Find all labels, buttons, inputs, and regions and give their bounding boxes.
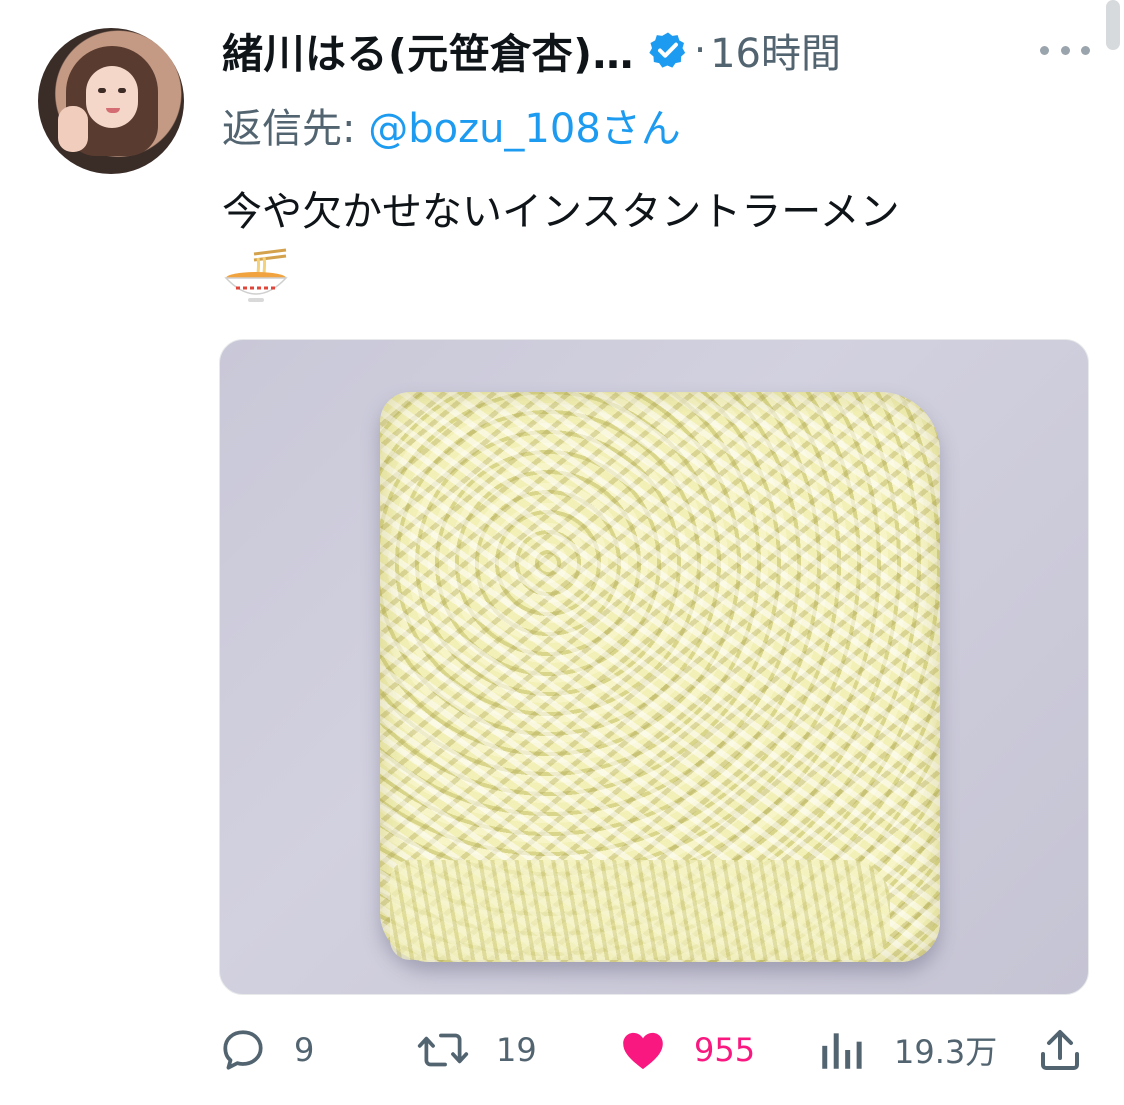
more-dot [1060, 45, 1070, 55]
analytics-bar-icon [822, 1033, 862, 1069]
noodle-block-edge [390, 860, 890, 960]
tweet-time[interactable]: 16時間 [710, 21, 841, 79]
share-button[interactable] [1036, 1020, 1084, 1080]
tweet-text: 今や欠かせないインスタントラーメン [222, 189, 900, 235]
header-separator: · [693, 28, 707, 72]
more-dot [1081, 45, 1090, 55]
tweet-header: 緒川はる(元笹倉杏)… · 16時間 [222, 20, 841, 80]
retweet-button[interactable]: 19 [416, 1020, 537, 1080]
author-name[interactable]: 緒川はる(元笹倉杏)… [222, 20, 634, 80]
view-count: 19.3万 [894, 1033, 998, 1071]
avatar-face [86, 66, 138, 128]
reply-icon [223, 1030, 263, 1070]
action-bar: 9 19 955 19.3万 [218, 1020, 1088, 1080]
scrollbar[interactable] [1106, 0, 1120, 50]
like-count: 955 [694, 1031, 756, 1069]
retweet-icon [417, 1033, 469, 1067]
reply-handle-link[interactable]: @bozu_108さん [368, 106, 681, 152]
avatar-eye [118, 88, 126, 93]
more-options-icon[interactable] [1040, 30, 1090, 70]
more-dot [1040, 45, 1049, 55]
ramen-emoji-icon [224, 248, 288, 302]
views-button[interactable]: 19.3万 [818, 1020, 997, 1080]
heart-icon [623, 1032, 663, 1070]
share-icon [1041, 1030, 1079, 1070]
avatar[interactable] [38, 28, 184, 174]
tweet-image[interactable] [219, 339, 1089, 995]
like-button[interactable]: 955 [618, 1020, 755, 1080]
verified-badge-icon [649, 32, 686, 68]
reply-button[interactable]: 9 [218, 1020, 314, 1080]
avatar-eye [98, 88, 106, 93]
avatar-hand [58, 106, 88, 152]
reply-count: 9 [294, 1031, 315, 1069]
reply-context: 返信先: @bozu_108さん [222, 96, 681, 154]
reply-prefix: 返信先: [222, 106, 369, 152]
retweet-count: 19 [496, 1031, 537, 1069]
